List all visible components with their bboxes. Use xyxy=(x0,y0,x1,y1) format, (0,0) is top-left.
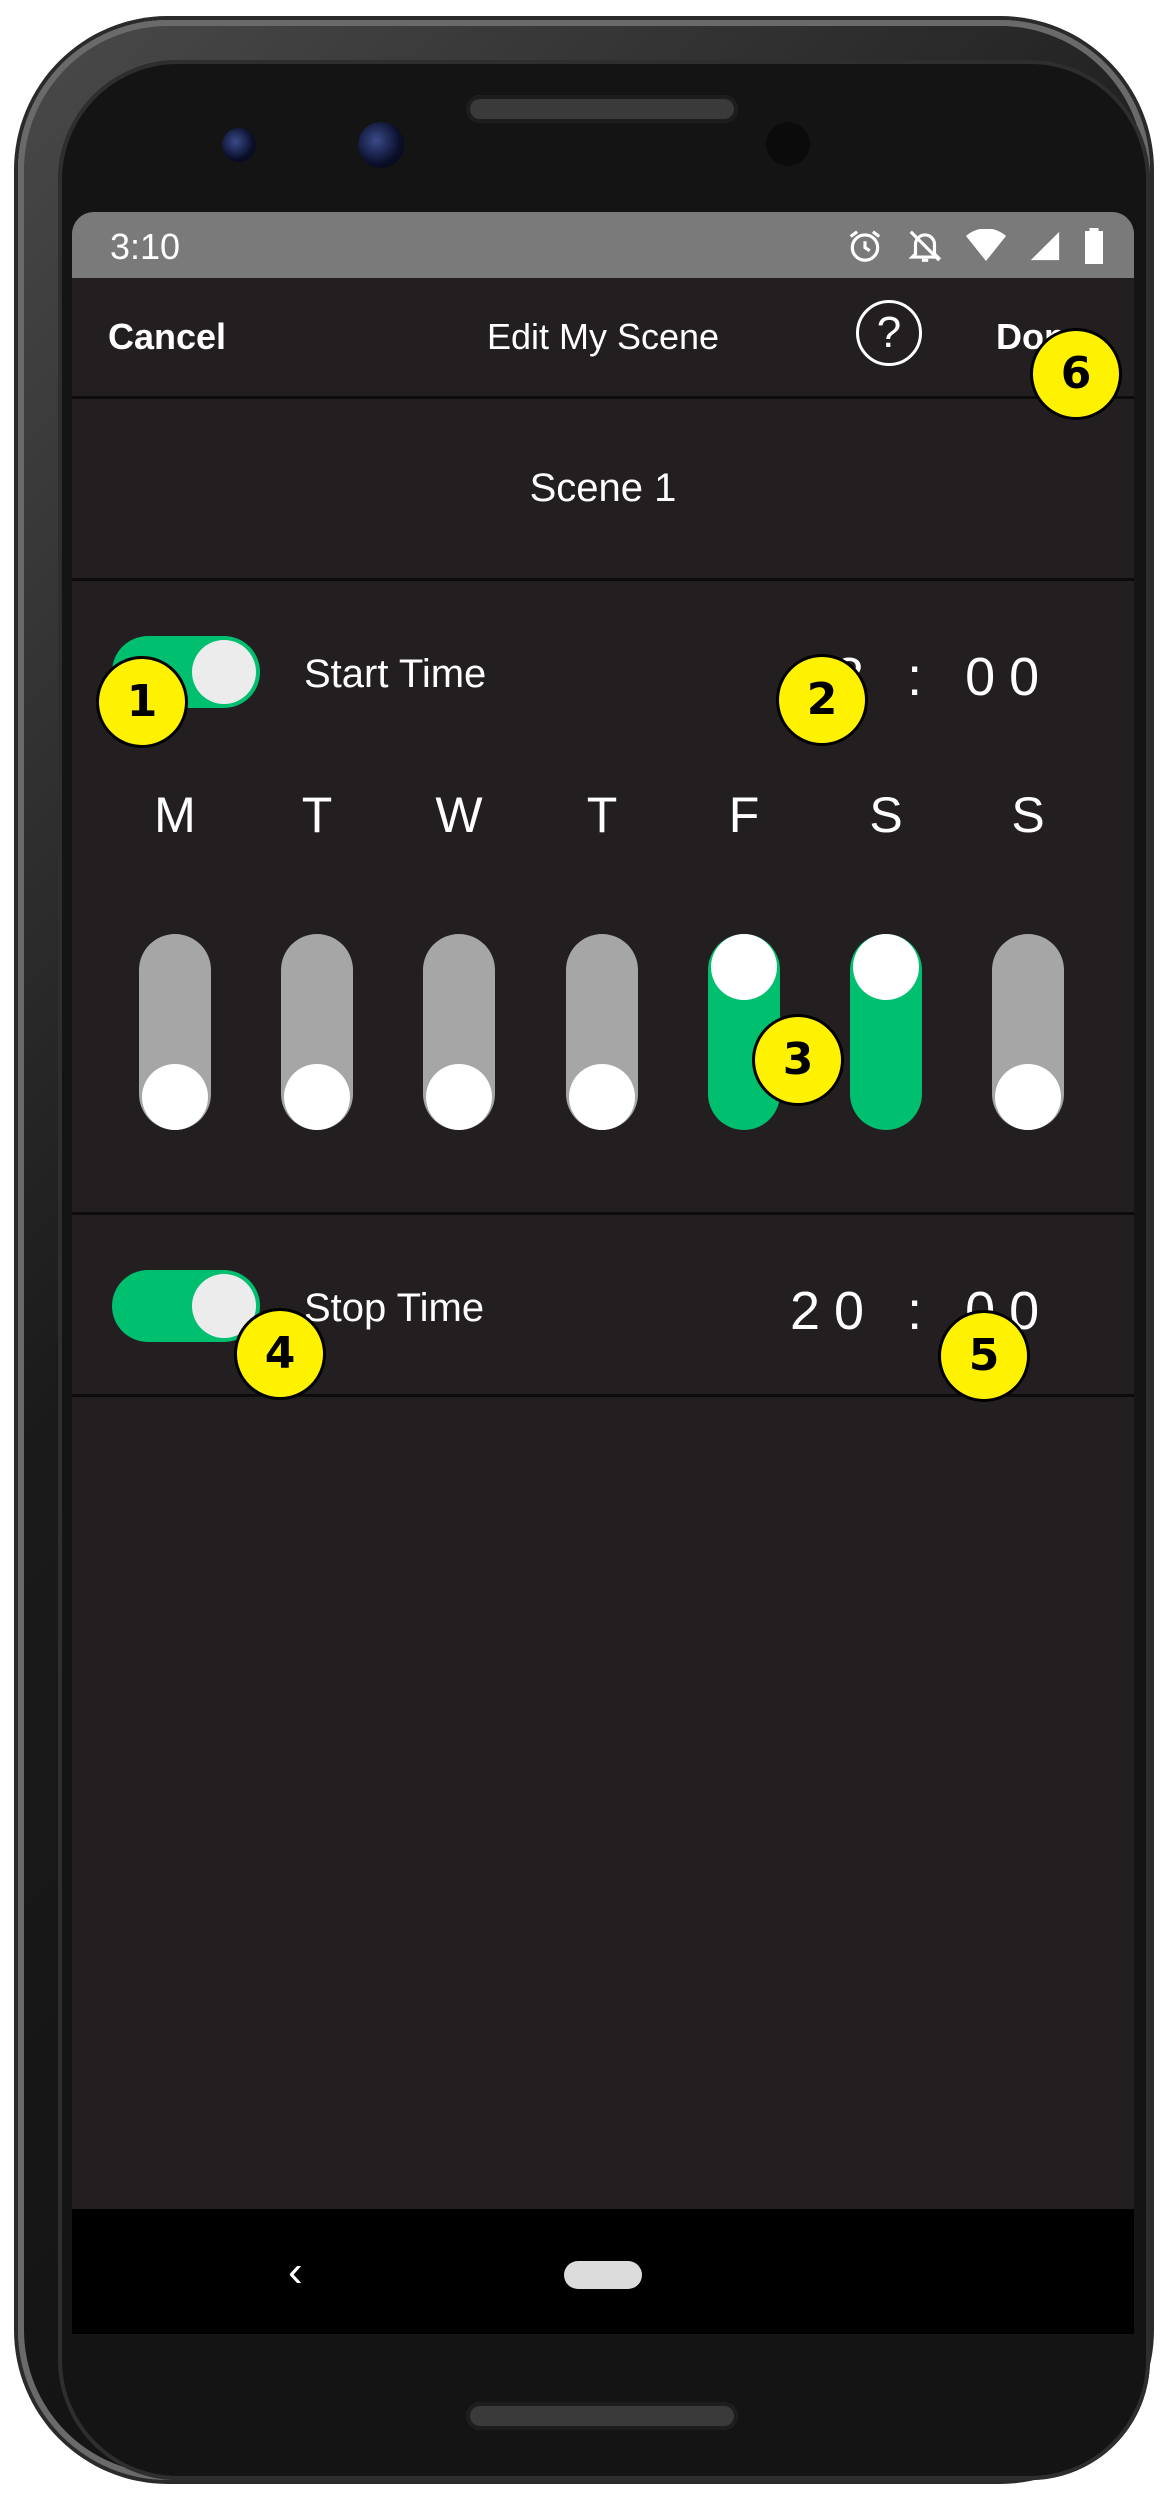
day-label-sun: S xyxy=(1011,787,1045,843)
day-switch-sun[interactable] xyxy=(992,934,1064,1130)
callout-3: 3 xyxy=(752,1014,844,1106)
stop-time-toggle[interactable] xyxy=(112,1270,260,1342)
switch-knob xyxy=(284,1064,350,1130)
day-label-tue: T xyxy=(301,787,333,843)
status-bar: 3:10 xyxy=(72,212,1134,278)
front-sensor xyxy=(222,128,256,162)
battery-icon xyxy=(1085,228,1103,264)
day-switch-mon[interactable] xyxy=(139,934,211,1130)
proximity-sensor xyxy=(766,122,810,166)
callout-2: 2 xyxy=(776,654,868,746)
divider xyxy=(72,1212,1134,1215)
switch-knob xyxy=(569,1064,635,1130)
switch-knob xyxy=(995,1064,1061,1130)
home-pill-icon[interactable] xyxy=(564,2261,642,2289)
day-switch-sat[interactable] xyxy=(850,934,922,1130)
help-icon[interactable]: ? xyxy=(856,300,922,366)
signal-icon xyxy=(1030,231,1060,261)
day-label-mon: M xyxy=(154,787,196,843)
switch-knob xyxy=(711,934,777,1000)
scene-name[interactable]: Scene 1 xyxy=(72,466,1134,511)
earpiece-speaker xyxy=(466,95,738,123)
day-label-sat: S xyxy=(869,787,903,843)
back-icon[interactable]: ‹ xyxy=(288,2247,303,2297)
status-time: 3:10 xyxy=(110,226,181,267)
alarm-icon xyxy=(849,230,881,262)
callout-5: 5 xyxy=(938,1310,1030,1402)
day-switch-wed[interactable] xyxy=(423,934,495,1130)
system-nav-bar: ‹ xyxy=(72,2209,1134,2334)
bottom-speaker xyxy=(466,2402,738,2430)
callout-6: 6 xyxy=(1030,328,1122,420)
start-time-label: Start Time xyxy=(304,652,487,696)
day-switch-thu[interactable] xyxy=(566,934,638,1130)
stop-time-label: Stop Time xyxy=(304,1286,485,1330)
day-label-thu: T xyxy=(586,787,618,843)
divider xyxy=(72,396,1134,399)
wifi-icon xyxy=(966,229,1006,261)
callout-1: 1 xyxy=(96,656,188,748)
day-label-wed: W xyxy=(435,787,483,843)
notifications-off-icon xyxy=(908,230,942,262)
toggle-knob xyxy=(192,640,256,704)
page-title: Edit My Scene xyxy=(486,316,720,357)
app-screen: 3:10 Cancel Edit My Scene ? Done Scene 1… xyxy=(72,212,1134,2334)
divider xyxy=(72,578,1134,581)
status-icons xyxy=(846,224,1104,268)
switch-knob xyxy=(853,934,919,1000)
front-camera xyxy=(358,122,404,168)
top-app-bar: Cancel Edit My Scene ? Done xyxy=(72,278,1134,396)
callout-4: 4 xyxy=(234,1308,326,1400)
day-label-fri: F xyxy=(728,787,760,843)
switch-knob xyxy=(142,1064,208,1130)
switch-knob xyxy=(426,1064,492,1130)
day-switch-tue[interactable] xyxy=(281,934,353,1130)
